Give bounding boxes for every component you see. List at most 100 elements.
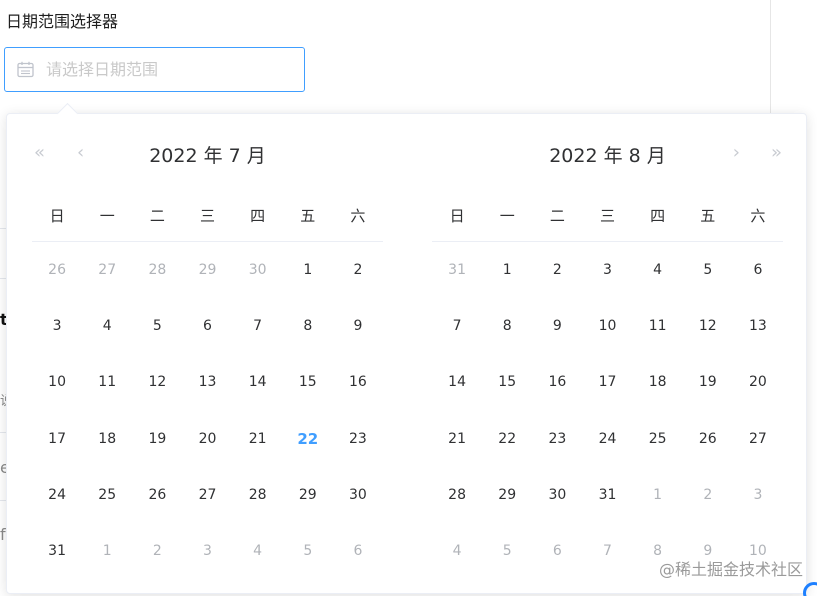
day-cell[interactable]: 16 (333, 354, 383, 410)
day-cell[interactable]: 31 (32, 523, 82, 579)
calendar-icon (16, 60, 35, 79)
day-cell[interactable]: 3 (582, 242, 632, 298)
day-cell[interactable]: 7 (233, 298, 283, 354)
next-month-icon[interactable]: › (733, 143, 740, 163)
day-cell-adjacent-month[interactable]: 26 (32, 242, 82, 298)
day-cell-adjacent-month[interactable]: 1 (82, 523, 132, 579)
day-cell[interactable]: 22 (482, 411, 532, 467)
day-cell[interactable]: 6 (182, 298, 232, 354)
next-year-icon[interactable]: » (771, 143, 782, 163)
weekday-label: 四 (650, 207, 666, 225)
day-cell[interactable]: 8 (482, 298, 532, 354)
day-cell-adjacent-month[interactable]: 29 (182, 242, 232, 298)
day-cell[interactable]: 1 (482, 242, 532, 298)
day-cell[interactable]: 18 (82, 411, 132, 467)
day-cell[interactable]: 24 (582, 411, 632, 467)
day-cell[interactable]: 15 (482, 354, 532, 410)
day-cell[interactable]: 30 (532, 467, 582, 523)
day-cell-adjacent-month[interactable]: 2 (683, 467, 733, 523)
weekday-label: 四 (250, 207, 266, 225)
day-cell[interactable]: 18 (633, 354, 683, 410)
day-cell[interactable]: 2 (532, 242, 582, 298)
day-cell[interactable]: 30 (333, 467, 383, 523)
day-cell[interactable]: 24 (32, 467, 82, 523)
day-cell[interactable]: 15 (283, 354, 333, 410)
date-range-input[interactable] (4, 47, 305, 92)
day-cell[interactable]: 9 (532, 298, 582, 354)
day-cell[interactable]: 28 (233, 467, 283, 523)
day-cell[interactable]: 25 (82, 467, 132, 523)
day-cell-adjacent-month[interactable]: 7 (582, 523, 632, 579)
content-divider (770, 0, 771, 115)
weekday-label: 二 (549, 207, 565, 225)
day-cell-adjacent-month[interactable]: 5 (482, 523, 532, 579)
watermark-text: @稀土掘金技术社区 (658, 560, 803, 579)
weekday-label: 二 (149, 207, 165, 225)
month-title: 2022 年 7 月 (149, 145, 266, 167)
day-cell-adjacent-month[interactable]: 1 (633, 467, 683, 523)
day-cell[interactable]: 21 (233, 411, 283, 467)
page-title: 日期范围选择器 (6, 12, 119, 31)
day-cell-adjacent-month[interactable]: 5 (283, 523, 333, 579)
day-cell[interactable]: 13 (182, 354, 232, 410)
day-cell-adjacent-month[interactable]: 28 (132, 242, 182, 298)
day-cell[interactable]: 16 (532, 354, 582, 410)
day-cell[interactable]: 31 (582, 467, 632, 523)
day-cell[interactable]: 28 (432, 467, 482, 523)
day-cell[interactable]: 26 (132, 467, 182, 523)
day-cell[interactable]: 14 (233, 354, 283, 410)
weekday-label: 六 (350, 207, 366, 225)
day-cell-today[interactable]: 22 (283, 411, 333, 467)
day-cell-adjacent-month[interactable]: 27 (82, 242, 132, 298)
day-cell[interactable]: 10 (582, 298, 632, 354)
day-cell-adjacent-month[interactable]: 4 (432, 523, 482, 579)
calendar-header: « ‹ 2022 年 7 月 (32, 114, 383, 194)
day-cell-adjacent-month[interactable]: 6 (532, 523, 582, 579)
day-cell[interactable]: 19 (683, 354, 733, 410)
day-cell[interactable]: 8 (283, 298, 333, 354)
day-cell[interactable]: 23 (333, 411, 383, 467)
day-cell-adjacent-month[interactable]: 3 (182, 523, 232, 579)
day-cell[interactable]: 5 (683, 242, 733, 298)
day-cell[interactable]: 29 (283, 467, 333, 523)
weekday-label: 六 (750, 207, 766, 225)
day-cell-adjacent-month[interactable]: 31 (432, 242, 482, 298)
day-cell-adjacent-month[interactable]: 4 (233, 523, 283, 579)
day-cell[interactable]: 10 (32, 354, 82, 410)
day-cell[interactable]: 1 (283, 242, 333, 298)
day-cell[interactable]: 3 (32, 298, 82, 354)
day-cell[interactable]: 12 (683, 298, 733, 354)
calendar-right: 2022 年 8 月 › » 日 一 二 三 四 五 六 31 1 2 3 4 5 6 7 8 9… (432, 114, 783, 559)
date-range-field[interactable] (44, 59, 278, 80)
day-cell[interactable]: 29 (482, 467, 532, 523)
day-cell[interactable]: 5 (132, 298, 182, 354)
day-cell[interactable]: 17 (32, 411, 82, 467)
day-cell[interactable]: 11 (633, 298, 683, 354)
weekday-label: 一 (499, 207, 515, 225)
day-cell[interactable]: 9 (333, 298, 383, 354)
day-cell[interactable]: 21 (432, 411, 482, 467)
day-cell[interactable]: 25 (633, 411, 683, 467)
day-cell[interactable]: 17 (582, 354, 632, 410)
day-cell[interactable]: 7 (432, 298, 482, 354)
day-cell[interactable]: 13 (733, 298, 783, 354)
day-cell[interactable]: 20 (733, 354, 783, 410)
day-cell[interactable]: 4 (633, 242, 683, 298)
day-cell[interactable]: 6 (733, 242, 783, 298)
day-cell-adjacent-month[interactable]: 6 (333, 523, 383, 579)
day-cell[interactable]: 11 (82, 354, 132, 410)
day-cell-adjacent-month[interactable]: 2 (132, 523, 182, 579)
day-cell[interactable]: 2 (333, 242, 383, 298)
day-cell[interactable]: 12 (132, 354, 182, 410)
day-cell[interactable]: 4 (82, 298, 132, 354)
day-cell[interactable]: 20 (182, 411, 232, 467)
day-cell[interactable]: 19 (132, 411, 182, 467)
day-cell[interactable]: 27 (733, 411, 783, 467)
day-cell[interactable]: 23 (532, 411, 582, 467)
day-cell-adjacent-month[interactable]: 30 (233, 242, 283, 298)
day-cell[interactable]: 26 (683, 411, 733, 467)
day-cell-adjacent-month[interactable]: 3 (733, 467, 783, 523)
weekday-header: 日 一 二 三 四 五 六 (32, 205, 383, 242)
day-cell[interactable]: 27 (182, 467, 232, 523)
day-cell[interactable]: 14 (432, 354, 482, 410)
